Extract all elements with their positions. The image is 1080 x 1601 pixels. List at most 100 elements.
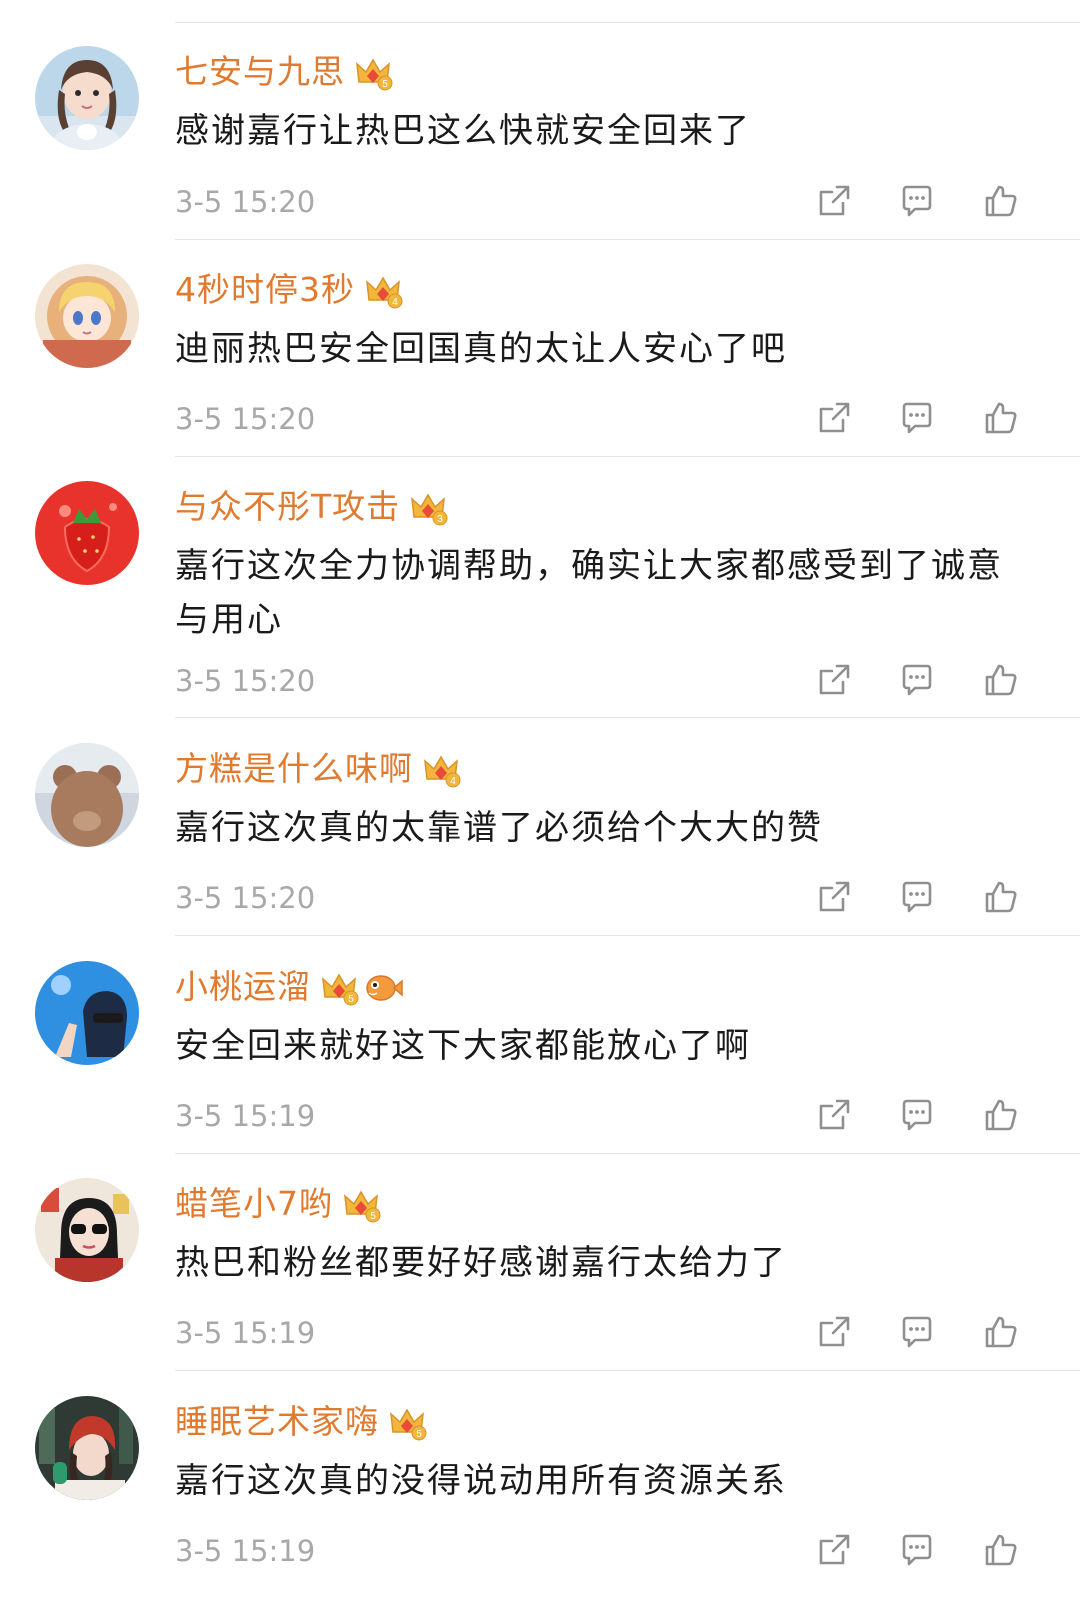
svg-text:5: 5 xyxy=(382,79,388,90)
bear-avatar xyxy=(35,743,139,847)
timestamp: 3-5 15:19 xyxy=(175,1316,316,1350)
username[interactable]: 小桃运溜 xyxy=(175,965,311,1009)
avatar[interactable] xyxy=(35,264,139,368)
avatar[interactable] xyxy=(35,481,139,585)
like-button[interactable] xyxy=(976,1090,1026,1140)
avatar[interactable] xyxy=(35,1396,139,1500)
username[interactable]: 七安与九思 xyxy=(175,50,345,94)
thumbs-up-icon xyxy=(985,1316,1017,1348)
share-icon xyxy=(819,1099,850,1130)
avatar[interactable] xyxy=(35,743,139,847)
divider xyxy=(175,1153,1080,1154)
avatar[interactable] xyxy=(35,46,139,150)
reply-button[interactable] xyxy=(892,655,942,705)
username[interactable]: 方糕是什么味啊 xyxy=(175,747,413,791)
divider xyxy=(175,1370,1080,1371)
share-button[interactable] xyxy=(809,176,859,226)
comment-bubble-icon xyxy=(902,881,932,913)
timestamp: 3-5 15:20 xyxy=(175,664,316,698)
divider xyxy=(175,717,1080,718)
meta-row: 3-5 15:20 xyxy=(0,655,1080,705)
share-icon xyxy=(819,185,850,216)
comment-text: 迪丽热巴安全回国真的太让人安心了吧 xyxy=(175,329,787,369)
comment-text: 热巴和粉丝都要好好感谢嘉行太给力了 xyxy=(175,1243,787,1283)
meta-row: 3-5 15:19 xyxy=(0,1307,1080,1357)
share-icon xyxy=(819,664,850,695)
crown-badge-icon: 4 xyxy=(421,749,461,789)
share-button[interactable] xyxy=(809,393,859,443)
username[interactable]: 与众不彤T攻击 xyxy=(175,485,400,529)
meta-row: 3-5 15:20 xyxy=(0,176,1080,226)
girl-braids-avatar xyxy=(35,46,139,150)
like-button[interactable] xyxy=(976,655,1026,705)
thumbs-up-icon xyxy=(985,402,1017,434)
thumbs-up-icon xyxy=(985,1099,1017,1131)
name-row: 蜡笔小7哟 5 xyxy=(175,1182,381,1226)
comment-text: 感谢嘉行让热巴这么快就安全回来了 xyxy=(175,111,751,151)
comment-text: 嘉行这次真的没得说动用所有资源关系 xyxy=(175,1461,787,1501)
svg-text:4: 4 xyxy=(392,297,398,308)
comment-text: 嘉行这次全力协调帮助，确实让大家都感受到了诚意与用心 xyxy=(175,546,1003,640)
comment-bubble-icon xyxy=(902,402,932,434)
timestamp: 3-5 15:20 xyxy=(175,402,316,436)
strawberry-avatar xyxy=(35,481,139,585)
crown-badge-icon: 5 xyxy=(341,1184,381,1224)
divider xyxy=(175,22,1080,23)
share-button[interactable] xyxy=(809,872,859,922)
svg-text:4: 4 xyxy=(450,776,456,787)
share-icon xyxy=(819,402,850,433)
reply-button[interactable] xyxy=(892,1090,942,1140)
reply-button[interactable] xyxy=(892,393,942,443)
avatar[interactable] xyxy=(35,961,139,1065)
share-button[interactable] xyxy=(809,655,859,705)
username[interactable]: 蜡笔小7哟 xyxy=(175,1182,333,1226)
name-row: 方糕是什么味啊 4 xyxy=(175,747,461,791)
share-button[interactable] xyxy=(809,1090,859,1140)
share-icon xyxy=(819,1534,850,1565)
name-row: 与众不彤T攻击 3 xyxy=(175,485,448,529)
thumbs-up-icon xyxy=(985,664,1017,696)
meta-row: 3-5 15:20 xyxy=(0,872,1080,922)
thumbs-up-icon xyxy=(985,881,1017,913)
like-button[interactable] xyxy=(976,176,1026,226)
timestamp: 3-5 15:20 xyxy=(175,185,316,219)
girl-sunglasses-avatar xyxy=(35,1178,139,1282)
timestamp: 3-5 15:20 xyxy=(175,881,316,915)
crown-badge-icon: 5 xyxy=(353,52,393,92)
share-button[interactable] xyxy=(809,1525,859,1575)
like-button[interactable] xyxy=(976,872,1026,922)
girl-red-hat-avatar xyxy=(35,1396,139,1500)
comment-text: 安全回来就好这下大家都能放心了啊 xyxy=(175,1026,751,1066)
like-button[interactable] xyxy=(976,1307,1026,1357)
meta-row: 3-5 15:19 xyxy=(0,1525,1080,1575)
like-button[interactable] xyxy=(976,1525,1026,1575)
username[interactable]: 睡眠艺术家嗨 xyxy=(175,1400,379,1444)
meta-row: 3-5 15:19 xyxy=(0,1090,1080,1140)
avatar[interactable] xyxy=(35,1178,139,1282)
svg-text:5: 5 xyxy=(416,1429,422,1440)
name-row: 小桃运溜 5 xyxy=(175,965,403,1009)
pufferfish-icon xyxy=(363,967,403,1007)
crown-badge-icon: 5 xyxy=(387,1402,427,1442)
share-icon xyxy=(819,1316,850,1347)
name-row: 七安与九思 5 xyxy=(175,50,393,94)
comment-bubble-icon xyxy=(902,1534,932,1566)
share-button[interactable] xyxy=(809,1307,859,1357)
svg-text:5: 5 xyxy=(370,1211,376,1222)
reply-button[interactable] xyxy=(892,1525,942,1575)
username[interactable]: 4秒时停3秒 xyxy=(175,268,355,312)
name-row: 4秒时停3秒 4 xyxy=(175,268,403,312)
crown-badge-icon: 4 xyxy=(363,270,403,310)
reply-button[interactable] xyxy=(892,872,942,922)
divider xyxy=(175,239,1080,240)
reply-button[interactable] xyxy=(892,176,942,226)
name-row: 睡眠艺术家嗨 5 xyxy=(175,1400,427,1444)
anime-blonde-avatar xyxy=(35,264,139,368)
thumbs-up-icon xyxy=(985,1534,1017,1566)
like-button[interactable] xyxy=(976,393,1026,443)
thumbs-up-icon xyxy=(985,185,1017,217)
reply-button[interactable] xyxy=(892,1307,942,1357)
timestamp: 3-5 15:19 xyxy=(175,1099,316,1133)
divider xyxy=(175,935,1080,936)
girl-blue-sky-avatar xyxy=(35,961,139,1065)
